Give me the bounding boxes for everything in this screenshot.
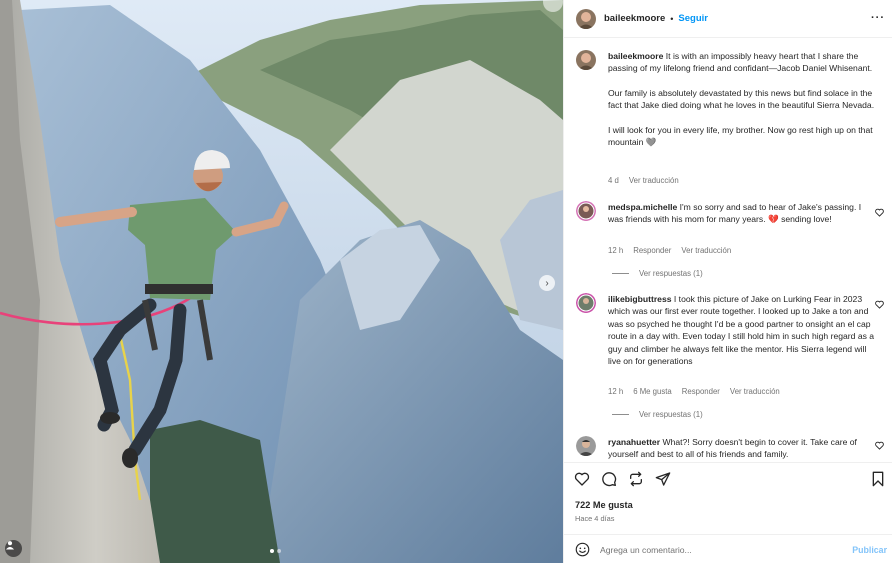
add-comment-bar: Agrega un comentario... Publicar (564, 534, 892, 563)
comment-meta: 12 h 6 Me gusta Responder Ver traducción (608, 387, 780, 396)
comment-username[interactable]: ryanahuetter (608, 437, 660, 447)
tagged-people-button[interactable] (5, 540, 22, 557)
follow-button[interactable]: Seguir (678, 13, 708, 24)
action-bar (574, 471, 671, 487)
post-dialog: › baileekmoore • Seguir ··· baileekmoore… (0, 0, 892, 563)
post-actions: 722 Me gusta Hace 4 días Agrega un comen… (564, 462, 892, 563)
like-comment-heart-icon[interactable] (875, 441, 884, 450)
more-options-icon[interactable]: ··· (871, 12, 885, 24)
caption-username[interactable]: baileekmoore (608, 51, 663, 61)
like-count[interactable]: 722 Me gusta (575, 500, 633, 510)
caption-paragraph: Our family is absolutely devastated by t… (608, 87, 875, 111)
caption-body: baileekmoore It is with an impossibly he… (608, 50, 878, 148)
replies-divider (612, 414, 629, 415)
repost-icon[interactable] (628, 471, 644, 487)
save-button[interactable] (870, 471, 886, 487)
comment-likes[interactable]: 6 Me gusta (633, 387, 672, 396)
see-translation-link[interactable]: Ver traducción (681, 246, 731, 255)
commenter-avatar[interactable] (576, 201, 596, 221)
author-avatar[interactable] (576, 50, 596, 70)
view-replies-label: Ver respuestas (1) (639, 410, 703, 419)
author-username[interactable]: baileekmoore (604, 13, 665, 24)
next-slide-button[interactable]: › (539, 275, 555, 291)
commenter-avatar[interactable] (576, 436, 596, 456)
caption-meta: 4 d Ver traducción (608, 176, 679, 185)
comment-icon[interactable] (601, 471, 617, 487)
person-icon (6, 541, 14, 550)
carousel-indicator (270, 549, 281, 553)
comment-age: 12 h (608, 246, 624, 255)
comment-text: I took this picture of Jake on Lurking F… (608, 294, 875, 367)
bookmark-icon (872, 471, 884, 487)
share-icon[interactable] (655, 471, 671, 487)
reply-link[interactable]: Responder (682, 387, 720, 396)
like-comment-heart-icon[interactable] (875, 208, 884, 217)
comment-body: ryanahuetter What?! Sorry doesn't begin … (608, 436, 878, 461)
post-header: baileekmoore • Seguir ··· (564, 0, 892, 38)
publish-button[interactable]: Publicar (852, 545, 887, 555)
comment-username[interactable]: ilikebigbuttress (608, 294, 672, 304)
comment-username[interactable]: medspa.michelle (608, 202, 677, 212)
reply-link[interactable]: Responder (633, 246, 671, 255)
carousel-dot (270, 549, 274, 553)
emoji-icon[interactable] (575, 542, 590, 557)
caption-paragraph: I will look for you in every life, my br… (608, 124, 873, 148)
see-translation-link[interactable]: Ver traducción (730, 387, 780, 396)
author-avatar[interactable] (576, 8, 596, 29)
see-translation-link[interactable]: Ver traducción (629, 176, 679, 185)
comment-input[interactable]: Agrega un comentario... (600, 545, 852, 555)
like-comment-heart-icon[interactable] (875, 300, 884, 309)
header-separator: • (670, 13, 674, 24)
comments-list[interactable]: baileekmoore It is with an impossibly he… (564, 38, 892, 462)
view-replies-button[interactable]: Ver respuestas (1) (612, 410, 703, 419)
carousel-dot (277, 549, 281, 553)
post-photo[interactable]: › (0, 0, 563, 563)
comment-age: 12 h (608, 387, 624, 396)
comment-body: medspa.michelle I'm so sorry and sad to … (608, 201, 878, 226)
post-date: Hace 4 días (575, 514, 615, 523)
post-side-panel: baileekmoore • Seguir ··· baileekmoore I… (563, 0, 892, 563)
caption-age: 4 d (608, 176, 619, 185)
climber-photo (0, 0, 563, 563)
view-replies-button[interactable]: Ver respuestas (1) (612, 269, 703, 278)
chevron-right-icon: › (545, 277, 549, 289)
replies-divider (612, 273, 629, 274)
comment-body: ilikebigbuttress I took this picture of … (608, 293, 878, 367)
comment-meta: 12 h Responder Ver traducción (608, 246, 731, 255)
heart-icon[interactable] (574, 471, 590, 487)
commenter-avatar[interactable] (576, 293, 596, 313)
view-replies-label: Ver respuestas (1) (639, 269, 703, 278)
